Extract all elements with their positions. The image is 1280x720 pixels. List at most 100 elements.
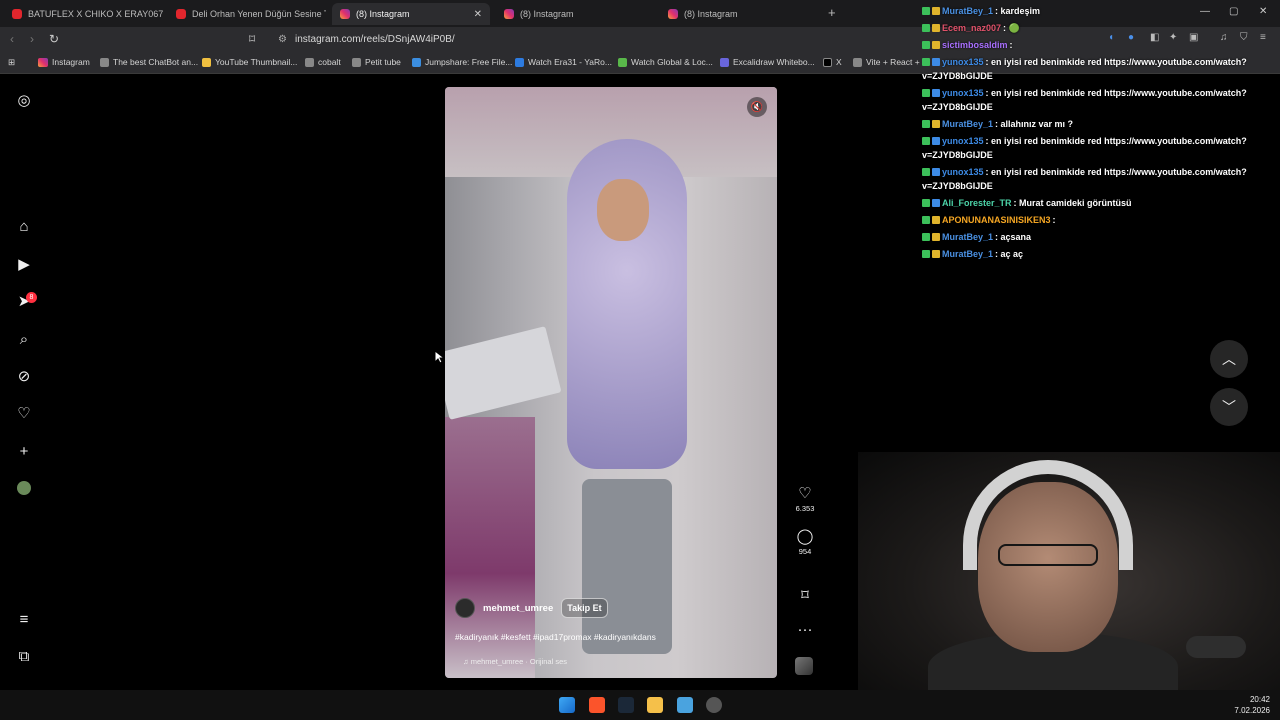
- bookmark-cobalt[interactable]: cobalt: [305, 57, 341, 67]
- bookmark-petit-tube[interactable]: Petit tube: [352, 57, 401, 67]
- bookmark-page-icon[interactable]: ⌑: [249, 32, 255, 46]
- bookmark-vite[interactable]: Vite + React + T: [853, 57, 927, 67]
- new-tab-button[interactable]: +: [828, 5, 836, 20]
- file-explorer-icon[interactable]: [647, 697, 663, 713]
- brave-icon[interactable]: [589, 697, 605, 713]
- comment-button[interactable]: ◯ 954: [792, 527, 818, 556]
- back-icon[interactable]: ‹: [10, 32, 14, 46]
- x-icon: [823, 57, 832, 67]
- chat-message: yunox135: en iyisi red benimkide red htt…: [922, 55, 1262, 83]
- bookmark-era31[interactable]: Watch Era31 - YaRo...: [515, 57, 612, 67]
- chat-username[interactable]: Ecem_naz007: [942, 23, 1001, 33]
- site-info-icon[interactable]: ⚙: [278, 34, 287, 45]
- bookmark-x[interactable]: X: [823, 57, 842, 67]
- petit-tube-icon: [352, 57, 361, 67]
- app-icon[interactable]: [677, 697, 693, 713]
- chat-username[interactable]: yunox135: [942, 136, 984, 146]
- heart-icon: ♡: [798, 485, 812, 502]
- clock-time: 20:42: [1249, 695, 1270, 704]
- chat-username[interactable]: yunox135: [942, 167, 984, 177]
- save-button[interactable]: ⌑: [792, 586, 818, 604]
- taskbar: 20:42 7.02.2026: [0, 690, 1280, 720]
- chat-username[interactable]: yunox135: [942, 57, 984, 67]
- obs-icon[interactable]: [706, 697, 722, 713]
- system-clock[interactable]: 20:42 7.02.2026: [1234, 694, 1270, 716]
- chat-badge-icon: [932, 7, 940, 15]
- reel-audio[interactable]: ♫ mehmet_umree · Orijinal ses: [463, 657, 755, 666]
- steam-icon[interactable]: [618, 697, 634, 713]
- bookmark-jumpshare[interactable]: Jumpshare: Free File...: [412, 57, 512, 67]
- chat-badge-icon: [922, 58, 930, 66]
- chat-text: : açsana: [995, 232, 1032, 242]
- chat-username[interactable]: MuratBey_1: [942, 119, 993, 129]
- chat-username[interactable]: yunox135: [942, 88, 984, 98]
- threads-icon[interactable]: ⧉: [14, 646, 34, 666]
- globe-icon: [515, 57, 524, 67]
- bookmark-label: Watch Era31 - YaRo...: [528, 57, 612, 67]
- music-note-icon: ♫: [463, 657, 471, 666]
- bookmark-global[interactable]: Watch Global & Loc...: [618, 57, 713, 67]
- create-icon[interactable]: +: [14, 441, 34, 461]
- bookmark-youtube-thumbnail[interactable]: YouTube Thumbnail...: [202, 57, 297, 67]
- chat-username[interactable]: MuratBey_1: [942, 232, 993, 242]
- instagram-icon: [504, 9, 514, 19]
- tab-instagram[interactable]: (8) Instagram: [660, 3, 818, 25]
- chat-username[interactable]: Ali_Forester_TR: [942, 198, 1012, 208]
- more-options-button[interactable]: ···: [792, 621, 818, 638]
- chat-message: MuratBey_1: açsana: [922, 230, 1262, 244]
- chat-badge-icon: [922, 120, 930, 128]
- audio-thumbnail[interactable]: [795, 657, 813, 675]
- chat-badge-icon: [922, 24, 930, 32]
- previous-reel-button[interactable]: ︿: [1210, 340, 1248, 378]
- search-icon[interactable]: ⌕: [14, 329, 34, 349]
- bookmark-label: Instagram: [52, 57, 90, 67]
- tab-deli-orhan[interactable]: Deli Orhan Yenen Düğün Sesine Taha: [168, 3, 326, 25]
- bookmark-chatbot[interactable]: The best ChatBot an...: [100, 57, 198, 67]
- follow-button[interactable]: Takip Et: [561, 598, 608, 618]
- address-bar[interactable]: ⚙ instagram.com/reels/DSnjAW4iP0B/: [270, 30, 910, 49]
- profile-icon[interactable]: [14, 478, 34, 498]
- reel-hashtags[interactable]: #kadiryanık #kesfett #ipad17promax #kadi…: [455, 632, 755, 642]
- reload-icon[interactable]: ↻: [49, 32, 59, 46]
- messages-badge: 8: [26, 292, 37, 303]
- bookmark-excalidraw[interactable]: Excalidraw Whitebo...: [720, 57, 815, 67]
- participants-pill: [1186, 636, 1246, 658]
- author-avatar[interactable]: [455, 598, 475, 618]
- tab-instagram[interactable]: (8) Instagram: [496, 3, 654, 25]
- windows-start-icon[interactable]: [559, 697, 575, 713]
- bookmark-label: The best ChatBot an...: [113, 57, 199, 67]
- chat-badge-icon: [932, 216, 940, 224]
- tab-batuflex[interactable]: BATUFLEX X CHIKO X ERAY067 & MA: [4, 3, 164, 25]
- author-name[interactable]: mehmet_umree: [483, 603, 553, 614]
- chat-message: APONUNANASINISIKEN3:: [922, 213, 1262, 227]
- chat-username[interactable]: sictimbosaldim: [942, 40, 1008, 50]
- close-icon[interactable]: ✕: [474, 9, 482, 20]
- reel-video[interactable]: 🔇 mehmet_umree Takip Et #kadiryanık #kes…: [445, 87, 777, 678]
- chat-badge-icon: [922, 41, 930, 49]
- chat-message: sictimbosaldim:: [922, 38, 1262, 52]
- tab-instagram-active[interactable]: (8) Instagram ✕: [332, 3, 490, 25]
- chatbot-icon: [100, 57, 109, 67]
- chat-badge-icon: [922, 216, 930, 224]
- chat-username[interactable]: MuratBey_1: [942, 6, 993, 16]
- chat-badge-icon: [932, 250, 940, 258]
- mute-icon[interactable]: 🔇: [747, 97, 767, 117]
- like-button[interactable]: ♡ 6.353: [792, 484, 818, 513]
- forward-icon[interactable]: ›: [30, 32, 34, 46]
- notifications-icon[interactable]: ♡: [14, 403, 34, 423]
- chat-username[interactable]: APONUNANASINISIKEN3: [942, 215, 1051, 225]
- home-icon[interactable]: ⌂: [14, 216, 34, 236]
- more-menu-icon[interactable]: ≡: [14, 609, 34, 629]
- explore-icon[interactable]: ⊘: [14, 366, 34, 386]
- cobalt-icon: [305, 57, 314, 67]
- chat-username[interactable]: MuratBey_1: [942, 249, 993, 259]
- bookmark-instagram[interactable]: Instagram: [38, 57, 90, 67]
- reels-icon[interactable]: ▶: [14, 254, 34, 274]
- clock-date: 7.02.2026: [1234, 706, 1270, 715]
- video-tablet: [445, 326, 562, 420]
- tab-label: Deli Orhan Yenen Düğün Sesine Taha: [192, 9, 326, 19]
- apps-icon[interactable]: ⊞: [8, 57, 15, 68]
- next-reel-button[interactable]: ﹀: [1210, 388, 1248, 426]
- bookmark-label: Vite + React + T: [866, 57, 928, 67]
- instagram-logo-icon[interactable]: ◎: [14, 90, 34, 110]
